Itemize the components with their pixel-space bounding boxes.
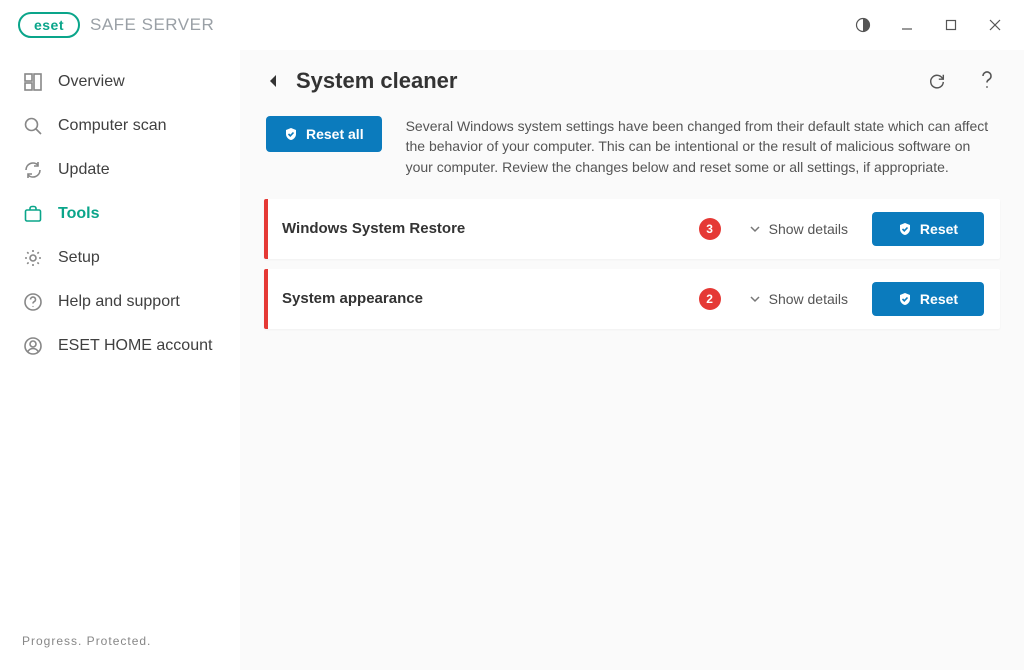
help-icon: [22, 291, 44, 313]
show-details-label: Show details: [769, 291, 848, 307]
product-name: SAFE SERVER: [90, 15, 214, 35]
shield-icon: [898, 292, 912, 306]
contrast-icon[interactable]: [846, 10, 880, 40]
sidebar-item-tools[interactable]: Tools: [0, 192, 240, 236]
sidebar-item-label: Overview: [58, 73, 125, 91]
count-badge: 3: [699, 218, 721, 240]
intro-text: Several Windows system settings have bee…: [406, 116, 1000, 177]
shield-icon: [284, 127, 298, 141]
sidebar-item-overview[interactable]: Overview: [0, 60, 240, 104]
overview-icon: [22, 71, 44, 93]
shield-icon: [898, 222, 912, 236]
chevron-down-icon: [749, 223, 761, 235]
reset-label: Reset: [920, 291, 958, 307]
reset-button[interactable]: Reset: [872, 282, 984, 316]
tagline: Progress. Protected.: [0, 634, 240, 670]
search-icon: [22, 115, 44, 137]
sidebar-item-computer-scan[interactable]: Computer scan: [0, 104, 240, 148]
card-windows-system-restore: Windows System Restore 3 Show details Re…: [264, 199, 1000, 259]
account-icon: [22, 335, 44, 357]
tools-icon: [22, 203, 44, 225]
show-details-toggle[interactable]: Show details: [749, 291, 848, 307]
minimize-button[interactable]: [890, 10, 924, 40]
sidebar-item-label: ESET HOME account: [58, 337, 212, 355]
titlebar: eset SAFE SERVER: [0, 0, 1024, 50]
reset-button[interactable]: Reset: [872, 212, 984, 246]
help-button[interactable]: [974, 68, 1000, 94]
reset-all-label: Reset all: [306, 126, 364, 142]
logo: eset SAFE SERVER: [18, 12, 214, 38]
sidebar-item-help[interactable]: Help and support: [0, 280, 240, 324]
close-button[interactable]: [978, 10, 1012, 40]
chevron-down-icon: [749, 293, 761, 305]
reset-all-button[interactable]: Reset all: [266, 116, 382, 152]
show-details-toggle[interactable]: Show details: [749, 221, 848, 237]
back-button[interactable]: [264, 72, 282, 90]
sidebar-item-label: Update: [58, 161, 110, 179]
sidebar-item-label: Setup: [58, 249, 100, 267]
page-title: System cleaner: [296, 68, 457, 94]
sidebar-item-account[interactable]: ESET HOME account: [0, 324, 240, 368]
sidebar-item-label: Help and support: [58, 293, 180, 311]
count-badge: 2: [699, 288, 721, 310]
maximize-button[interactable]: [934, 10, 968, 40]
update-icon: [22, 159, 44, 181]
sidebar-item-label: Computer scan: [58, 117, 167, 135]
logo-badge: eset: [18, 12, 80, 38]
content: System cleaner Reset all Several Windows…: [240, 50, 1024, 670]
show-details-label: Show details: [769, 221, 848, 237]
sidebar: Overview Computer scan Update Tools: [0, 50, 240, 670]
sidebar-item-setup[interactable]: Setup: [0, 236, 240, 280]
card-system-appearance: System appearance 2 Show details Reset: [264, 269, 1000, 329]
gear-icon: [22, 247, 44, 269]
sidebar-item-update[interactable]: Update: [0, 148, 240, 192]
reset-label: Reset: [920, 221, 958, 237]
refresh-button[interactable]: [924, 68, 950, 94]
card-title: Windows System Restore: [280, 220, 699, 237]
card-title: System appearance: [280, 290, 699, 307]
sidebar-item-label: Tools: [58, 205, 99, 223]
